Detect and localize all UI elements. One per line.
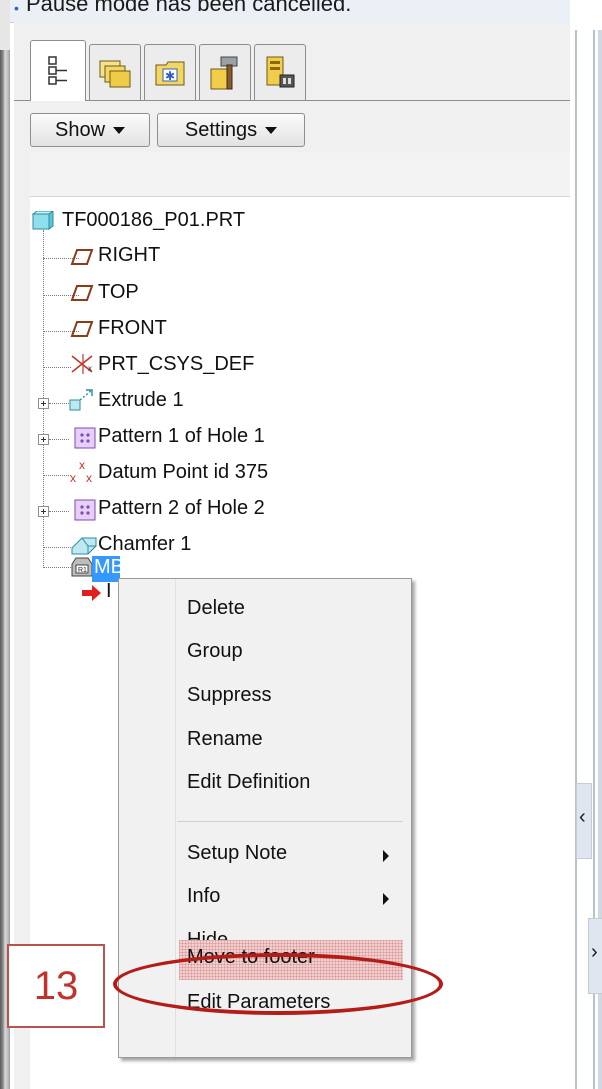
svg-text:x: x [86,471,92,484]
svg-text:x: x [88,364,92,373]
tree-item-label[interactable]: PRT_CSYS_DEF [98,353,254,376]
expand-toggle-icon[interactable] [38,506,49,517]
chevron-down-icon [265,126,278,134]
svg-text:x: x [79,458,85,472]
step-number-callout: 13 [7,944,105,1028]
tool-hammer-icon [210,56,238,90]
sash-left-arrow-icon: ‹ [579,806,586,828]
datum-plane-icon [70,249,94,265]
message-bullet: • [14,0,19,16]
tree-connector [43,567,71,568]
tree-item-label[interactable]: TOP [98,281,139,304]
folder-browser-icon [99,60,131,88]
tree-connector [49,439,69,440]
tree-connector [49,403,69,404]
chamfer-icon [71,537,97,555]
menu-item-rename[interactable]: Rename [187,728,263,751]
tree-item-label[interactable]: Pattern 1 of Hole 1 [98,425,265,448]
expand-toggle-icon[interactable] [38,434,49,445]
connections-icon [266,56,295,88]
collapse-sash-lower[interactable]: › [588,918,602,994]
tree-item-label[interactable]: FRONT [98,317,167,340]
tab-folder-browser[interactable] [89,44,141,101]
settings-button-label: Settings [184,118,258,141]
tree-item-label[interactable]: Pattern 2 of Hole 2 [98,497,265,520]
tab-favorites[interactable]: ✱ [144,44,196,101]
datum-plane-icon [70,321,94,337]
datum-plane-icon [70,285,94,301]
tree-root-label[interactable]: TF000186_P01.PRT [62,209,245,232]
menu-item-group[interactable]: Group [187,640,243,663]
menu-item-edit-definition[interactable]: Edit Definition [187,771,310,794]
window-left-border-cap [0,0,10,50]
extrude-icon [69,389,93,411]
collapse-sash-upper[interactable]: ‹ [576,783,592,859]
svg-text:R1: R1 [78,567,87,574]
menu-item-info[interactable]: Info [187,885,220,908]
tab-connections[interactable] [254,44,306,101]
part-icon [32,211,54,230]
pattern-icon [74,427,96,449]
panel-divider[interactable] [575,30,577,1089]
tree-item-label[interactable]: I [106,580,112,603]
tree-header-strip [30,152,570,197]
expand-toggle-icon[interactable] [38,398,49,409]
tree-item-label[interactable]: Extrude 1 [98,389,184,412]
tree-item-label[interactable]: Datum Point id 375 [98,461,268,484]
tree-connector [49,511,69,512]
tree-item-label[interactable]: RIGHT [98,244,160,267]
pattern-icon [74,499,96,521]
menu-separator [177,821,403,822]
tab-tools[interactable] [199,44,251,101]
model-tree-icon [48,56,67,85]
submenu-arrow-icon [383,893,389,905]
datum-point-icon: x x x [70,458,92,484]
svg-text:x: x [70,471,76,484]
chevron-down-icon [113,126,126,134]
tree-connector [43,475,71,476]
tree-item-selected[interactable]: MB [92,556,124,582]
show-menu-button[interactable]: Show [30,113,150,147]
tree-connector [43,367,71,368]
tab-model-tree[interactable] [30,40,86,101]
tree-connector [43,547,73,548]
highlight-ellipse [113,953,443,1015]
menu-item-suppress[interactable]: Suppress [187,684,272,707]
show-button-label: Show [54,118,106,141]
tree-item-label: MB [94,556,124,578]
submenu-arrow-icon [383,850,389,862]
favorites-folder-icon: ✱ [155,61,185,86]
coordinate-system-icon: x [71,354,93,374]
settings-menu-button[interactable]: Settings [157,113,305,147]
insert-here-arrow-icon [82,585,101,601]
message-area: • Pause mode has been cancelled. [10,0,570,23]
sash-right-arrow-icon: › [591,941,598,963]
message-text: Pause mode has been cancelled. [26,0,352,16]
menu-item-setup-note[interactable]: Setup Note [187,842,287,865]
window-left-border [0,0,10,1089]
menu-item-delete[interactable]: Delete [187,597,245,620]
annotation-feature-icon: R1 [71,557,93,577]
tree-item-label[interactable]: Chamfer 1 [98,533,191,556]
svg-text:✱: ✱ [165,69,175,83]
tab-strip-baseline [14,100,570,101]
